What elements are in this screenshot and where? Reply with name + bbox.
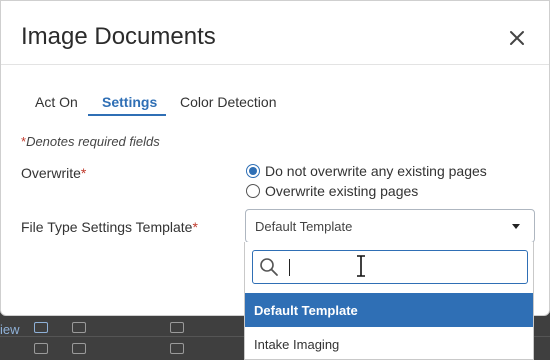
required-star: * (192, 219, 198, 235)
background-icon (170, 343, 184, 354)
radio-label: Overwrite existing pages (265, 183, 419, 199)
template-select-value: Default Template (255, 219, 353, 234)
template-label-text: File Type Settings Template (21, 219, 193, 235)
background-icon (34, 343, 48, 354)
radio-overwrite-existing[interactable]: Overwrite existing pages (246, 182, 418, 200)
option-label: Intake Imaging (254, 337, 340, 352)
option-default-template[interactable]: Default Template (245, 293, 533, 327)
active-tab-indicator (88, 114, 166, 116)
radio-do-not-overwrite[interactable]: Do not overwrite any existing pages (246, 162, 487, 180)
search-icon (260, 258, 278, 276)
template-select[interactable]: Default Template (245, 209, 535, 243)
ibeam-cursor-icon (357, 255, 365, 277)
caret-down-icon (512, 224, 520, 229)
radio-button-checked[interactable] (246, 164, 260, 178)
overwrite-label: Overwrite* (21, 165, 86, 181)
tab-act-on[interactable]: Act On (35, 94, 78, 110)
option-intake-imaging[interactable]: Intake Imaging (245, 327, 533, 360)
radio-label: Do not overwrite any existing pages (265, 163, 487, 179)
background-icon (72, 343, 86, 354)
required-note-text: Denotes required fields (26, 134, 160, 149)
required-fields-note: *Denotes required fields (21, 134, 160, 149)
external-link-icon (34, 322, 48, 333)
template-dropdown: Default Template Intake Imaging (244, 242, 534, 360)
mail-icon (72, 322, 86, 333)
template-search-input[interactable] (252, 250, 528, 284)
dialog-title: Image Documents (21, 23, 216, 50)
option-label: Default Template (254, 303, 358, 318)
overwrite-label-text: Overwrite (21, 165, 81, 181)
background-view-link[interactable]: iew (0, 322, 20, 337)
tab-settings[interactable]: Settings (102, 94, 157, 110)
tab-color-detection[interactable]: Color Detection (180, 94, 277, 110)
note-icon (170, 322, 184, 333)
text-cursor (289, 259, 290, 276)
required-star: * (80, 165, 87, 181)
header-divider (1, 64, 549, 65)
file-type-template-label: File Type Settings Template* (21, 219, 198, 235)
radio-button[interactable] (246, 184, 260, 198)
close-icon[interactable] (506, 27, 528, 49)
